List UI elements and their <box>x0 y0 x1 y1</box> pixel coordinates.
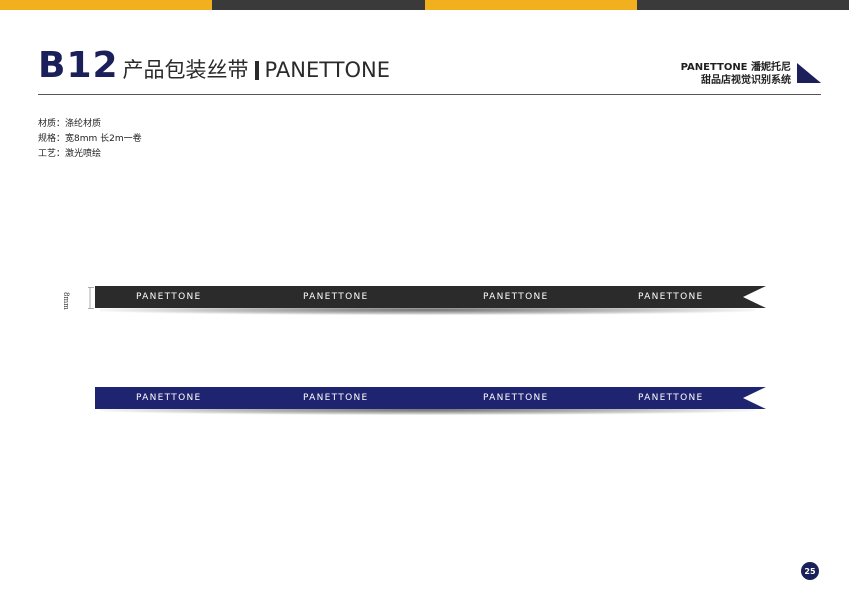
ribbon-logo: PANETTONE <box>483 292 549 302</box>
top-bar-segment-1 <box>0 0 213 10</box>
page-number: 25 <box>801 562 819 580</box>
header-brand-line-1: PANETTONE 潘妮托尼 <box>680 62 791 73</box>
header-divider <box>38 94 821 95</box>
ribbon-navy: PANETTONE PANETTONE PANETTONE PANETTONE <box>95 387 766 409</box>
ribbon-logo: PANETTONE <box>136 292 202 302</box>
spec-size: 规格：宽8mm 长2m一卷 <box>38 134 142 144</box>
top-bar-segment-3 <box>424 0 637 10</box>
top-bar-segment-2 <box>212 0 425 10</box>
top-bar-segment-4 <box>636 0 849 10</box>
ribbon-logo: PANETTONE <box>638 393 704 403</box>
ribbon-logo: PANETTONE <box>136 393 202 403</box>
section-title: 产品包装丝带 <box>122 58 249 82</box>
ribbon-logo: PANETTONE <box>303 292 369 302</box>
section-code: B12 <box>38 45 119 86</box>
page-title: B12 产品包装丝带 PANETTONE <box>38 48 390 84</box>
dimension-label: 8mm <box>62 292 70 310</box>
spec-process: 工艺：激光喷绘 <box>38 149 102 159</box>
ribbon-logo: PANETTONE <box>483 393 549 403</box>
dimension-bracket-icon <box>88 287 94 309</box>
spec-list: 材质：涤纶材质 规格：宽8mm 长2m一卷 工艺：激光喷绘 <box>38 117 142 162</box>
ribbon-logo: PANETTONE <box>303 393 369 403</box>
ribbon-black: PANETTONE PANETTONE PANETTONE PANETTONE <box>95 286 766 308</box>
brand-name: PANETTONE <box>264 58 391 82</box>
top-color-bar <box>0 0 849 10</box>
corner-triangle-icon <box>797 63 821 83</box>
header-brand-block: PANETTONE 潘妮托尼 甜品店视觉识别系统 <box>681 61 791 87</box>
ribbon-logo: PANETTONE <box>638 292 704 302</box>
header-brand-line-2: 甜品店视觉识别系统 <box>701 75 791 86</box>
spec-material: 材质：涤纶材质 <box>38 119 102 129</box>
title-separator <box>254 61 259 80</box>
